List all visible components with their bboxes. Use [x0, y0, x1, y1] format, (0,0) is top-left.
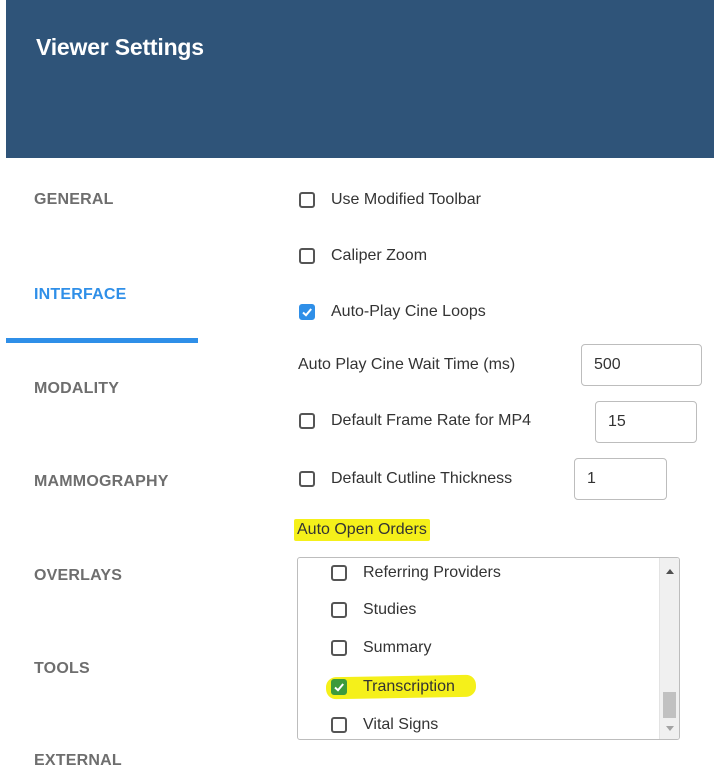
auto-play-cine-loops-option[interactable]: Auto-Play Cine Loops [299, 303, 486, 321]
referring-providers-checkbox[interactable] [331, 565, 347, 581]
auto-open-orders-listbox[interactable]: Referring Providers Studies Summary Tran… [297, 557, 680, 740]
auto-play-wait-label: Auto Play Cine Wait Time (ms) [298, 356, 516, 373]
list-item-label: Vital Signs [363, 716, 439, 733]
sidebar-item-general[interactable]: GENERAL [34, 191, 114, 209]
studies-checkbox[interactable] [331, 602, 347, 618]
list-item-label: Referring Providers [363, 564, 501, 581]
list-item-referring-providers[interactable]: Referring Providers [331, 564, 501, 582]
list-item-transcription[interactable]: Transcription [331, 678, 455, 696]
caliper-zoom-checkbox[interactable] [299, 248, 315, 264]
list-item-label: Studies [363, 601, 417, 618]
sidebar-item-overlays[interactable]: OVERLAYS [34, 567, 122, 585]
sidebar-item-interface[interactable]: INTERFACE [34, 286, 126, 304]
auto-play-cine-loops-label: Auto-Play Cine Loops [331, 303, 486, 320]
default-frame-rate-checkbox[interactable] [299, 413, 315, 429]
summary-checkbox[interactable] [331, 640, 347, 656]
active-tab-indicator [6, 338, 198, 343]
use-modified-toolbar-checkbox[interactable] [299, 192, 315, 208]
dialog-title: Viewer Settings [36, 34, 204, 60]
list-item-vital-signs[interactable]: Vital Signs [331, 716, 438, 734]
auto-open-orders-label: Auto Open Orders [294, 519, 430, 541]
scroll-down-arrow-icon[interactable] [660, 719, 679, 737]
default-frame-rate-option[interactable]: Default Frame Rate for MP4 [299, 412, 531, 430]
sidebar-item-tools[interactable]: TOOLS [34, 660, 90, 678]
list-item-label: Transcription [363, 678, 455, 695]
scroll-up-arrow-icon[interactable] [660, 562, 679, 580]
list-item-summary[interactable]: Summary [331, 639, 431, 657]
default-cutline-checkbox[interactable] [299, 471, 315, 487]
sidebar-item-external[interactable]: EXTERNAL [34, 752, 122, 770]
checkmark-icon [302, 308, 312, 317]
list-item-studies[interactable]: Studies [331, 601, 416, 619]
list-item-label: Summary [363, 639, 432, 656]
checkmark-icon [334, 683, 344, 692]
vital-signs-checkbox[interactable] [331, 717, 347, 733]
sidebar-item-mammography[interactable]: MAMMOGRAPHY [34, 473, 169, 491]
default-cutline-option[interactable]: Default Cutline Thickness [299, 470, 512, 488]
dialog-header: Viewer Settings [6, 0, 714, 158]
listbox-scrollbar[interactable] [659, 558, 679, 739]
auto-play-wait-input[interactable] [581, 344, 702, 386]
default-frame-rate-input[interactable] [595, 401, 697, 443]
scrollbar-thumb[interactable] [663, 692, 676, 718]
default-cutline-label: Default Cutline Thickness [331, 470, 513, 487]
default-cutline-input[interactable] [574, 458, 667, 500]
use-modified-toolbar-option[interactable]: Use Modified Toolbar [299, 191, 481, 209]
transcription-checkbox[interactable] [331, 679, 347, 695]
sidebar-item-modality[interactable]: MODALITY [34, 380, 119, 398]
use-modified-toolbar-label: Use Modified Toolbar [331, 191, 482, 208]
auto-play-cine-loops-checkbox[interactable] [299, 304, 315, 320]
default-frame-rate-label: Default Frame Rate for MP4 [331, 412, 532, 429]
caliper-zoom-label: Caliper Zoom [331, 247, 428, 264]
caliper-zoom-option[interactable]: Caliper Zoom [299, 247, 427, 265]
